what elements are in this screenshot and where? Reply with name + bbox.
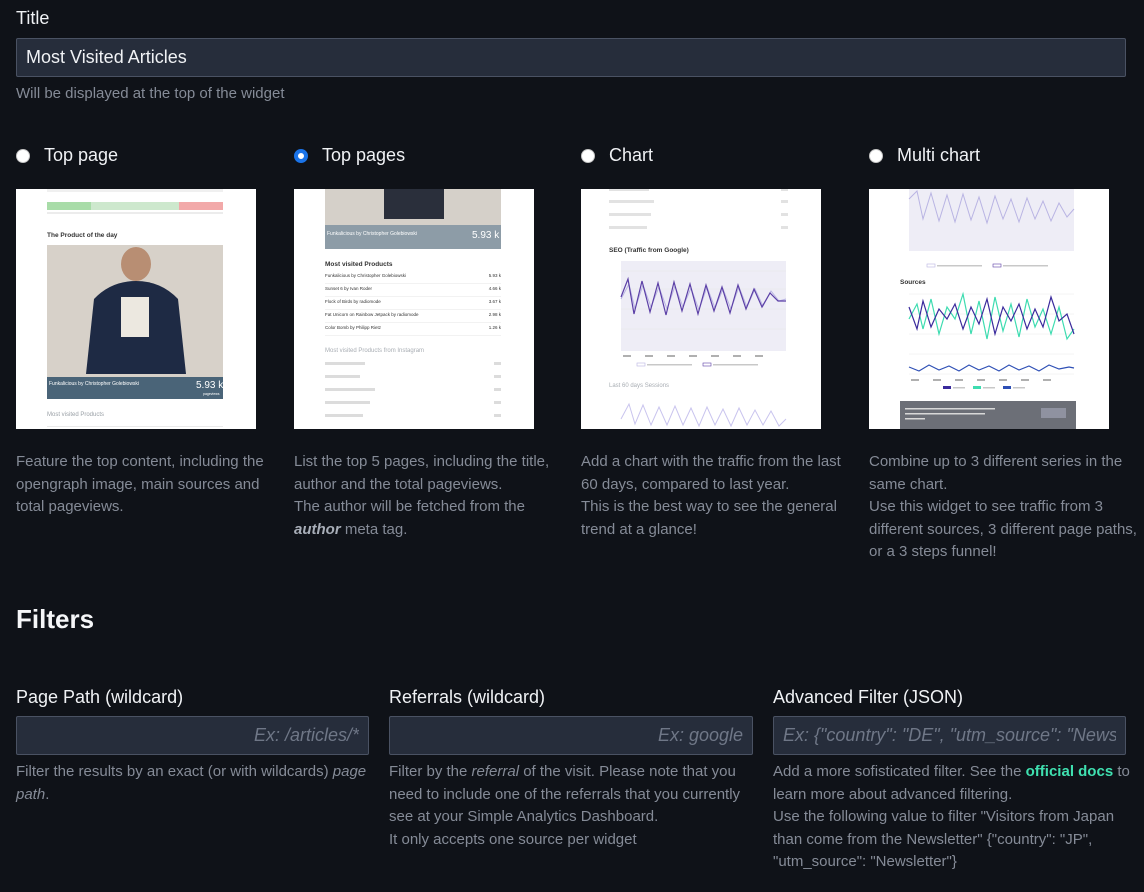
top-pages-item-value: 2.98 k: [489, 312, 502, 317]
top-pages-caption: Funkalicious by Christopher Golebiowski: [327, 231, 417, 237]
page-path-help-post: .: [45, 785, 50, 803]
advanced-help-2: Use the following value to filter "Visit…: [773, 808, 1115, 870]
chart-description-1: Add a chart with the traffic from the la…: [581, 453, 841, 493]
radio-option-chart[interactable]: Chart: [581, 145, 653, 166]
top-pages-item-name: Color Bomb by Philipp Rietz: [325, 325, 382, 330]
chart-preview-section2: Last 60 days Sessions: [609, 383, 669, 389]
top-pages-item-value: 3.67 k: [489, 299, 502, 304]
radio-label: Top pages: [322, 145, 406, 165]
multi-chart-preview-graphic: Sources: [869, 189, 1109, 429]
radio-button[interactable]: [581, 148, 595, 163]
top-pages-item-value: 1.26 k: [489, 325, 502, 330]
referrals-input[interactable]: [389, 716, 753, 755]
top-pages-section-title: Most visited Products: [325, 261, 393, 268]
radio-label: Multi chart: [897, 145, 981, 165]
top-page-count-unit: pageviews: [203, 392, 220, 396]
top-page-description: Feature the top content, including the o…: [16, 453, 264, 515]
chart-preview-title: SEO (Traffic from Google): [609, 247, 689, 254]
referrals-help-pre: Filter by the: [389, 763, 472, 780]
multi-chart-description-1: Combine up to 3 different series in the …: [869, 453, 1123, 493]
multi-chart-description: Combine up to 3 different series in the …: [869, 451, 1139, 564]
multi-chart-description-2: Use this widget to see traffic from 3 di…: [869, 498, 1137, 560]
advanced-help-pre: Add a more sofisticated filter. See the: [773, 763, 1026, 780]
multi-chart-preview-image[interactable]: Sources: [869, 189, 1109, 429]
top-pages-description-1: List the top 5 pages, including the titl…: [294, 453, 550, 493]
top-pages-item-name: Funkalicious by Christopher Golebiowski: [325, 273, 406, 278]
top-pages-item-name: Fat Unicorn on Rainbow Jetpack by radiom…: [325, 312, 419, 317]
referrals-label: Referrals (wildcard): [389, 687, 546, 707]
chart-description-2: This is the best way to see the general …: [581, 498, 837, 538]
official-docs-link[interactable]: official docs: [1026, 763, 1114, 780]
advanced-filter-help: Add a more sofisticated filter. See the …: [773, 761, 1133, 874]
top-pages-section2-title: Most visited Products from Instagram: [325, 348, 424, 354]
advanced-filter-input[interactable]: [773, 716, 1126, 755]
top-page-product-title: The Product of the day: [47, 232, 118, 239]
title-help: Will be displayed at the top of the widg…: [16, 85, 285, 102]
radio-option-multi-chart[interactable]: Multi chart: [869, 145, 980, 166]
page-path-help-pre: Filter the results by an exact (or with …: [16, 763, 333, 780]
top-page-preview-image[interactable]: Funkalicious by Christopher Golebiowski …: [16, 189, 256, 429]
top-pages-item-value: 5.93 k: [489, 273, 502, 278]
radio-button[interactable]: [16, 148, 30, 163]
top-pages-description-2-post: meta tag.: [340, 520, 408, 538]
top-page-preview-graphic: Funkalicious by Christopher Golebiowski …: [16, 189, 256, 429]
title-input[interactable]: [16, 38, 1126, 77]
top-pages-item-name: Flock of Birds by radiomode: [325, 299, 381, 304]
referrals-help-em: referral: [471, 763, 520, 780]
top-pages-item-divider: [325, 309, 501, 310]
radio-button[interactable]: [869, 148, 883, 163]
top-page-caption: Funkalicious by Christopher Golebiowski: [49, 381, 139, 387]
top-pages-description-2-pre: The author will be fetched from the: [294, 498, 525, 515]
referrals-help: Filter by the referral of the visit. Ple…: [389, 761, 754, 851]
top-pages-item-name: Sunset 6 by Ivan Roder: [325, 286, 373, 291]
page-path-input[interactable]: [16, 716, 369, 755]
radio-option-top-pages[interactable]: Top pages: [294, 145, 405, 166]
top-pages-item-divider: [325, 322, 501, 323]
advanced-filter-label: Advanced Filter (JSON): [773, 687, 964, 707]
top-pages-preview-image[interactable]: Funkalicious by Christopher Golebiowski …: [294, 189, 534, 429]
top-pages-preview-graphic: Funkalicious by Christopher Golebiowski …: [294, 189, 534, 429]
radio-label: Top page: [44, 145, 119, 165]
radio-label: Chart: [609, 145, 654, 165]
top-pages-description: List the top 5 pages, including the titl…: [294, 451, 564, 541]
top-pages-item-divider: [325, 335, 501, 336]
author-meta-tag-text: author: [294, 520, 341, 538]
multi-chart-preview-title: Sources: [900, 279, 926, 286]
top-pages-item-value: 4.66 k: [489, 286, 502, 291]
title-label: Title: [16, 8, 50, 28]
referrals-help-2: It only accepts one source per widget: [389, 830, 637, 848]
page-path-help: Filter the results by an exact (or with …: [16, 761, 376, 806]
page-path-label: Page Path (wildcard): [16, 687, 184, 707]
chart-description: Add a chart with the traffic from the la…: [581, 451, 851, 541]
top-page-count: 5.93 k: [196, 380, 224, 391]
top-pages-count: 5.93 k: [472, 230, 500, 241]
chart-preview-image[interactable]: SEO (Traffic from Google) Last 60 days S…: [581, 189, 821, 429]
filters-heading: Filters: [16, 604, 95, 634]
radio-button-checked[interactable]: [294, 148, 308, 163]
top-page-section-title: Most visited Products: [47, 412, 104, 418]
top-pages-item-divider: [325, 296, 501, 297]
top-pages-item-divider: [325, 283, 501, 284]
radio-option-top-page[interactable]: Top page: [16, 145, 118, 166]
chart-preview-graphic: SEO (Traffic from Google) Last 60 days S…: [581, 189, 821, 429]
